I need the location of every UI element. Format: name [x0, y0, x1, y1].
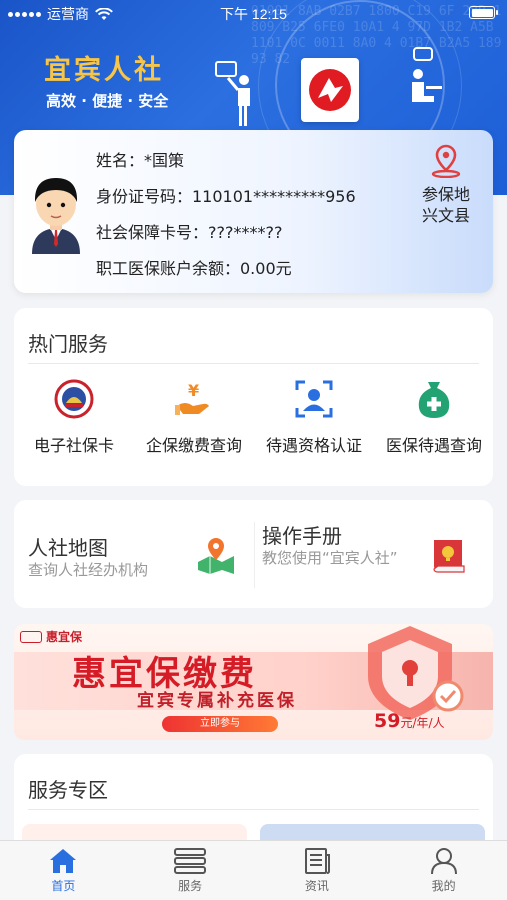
user-at-laptop-icon [412, 47, 442, 102]
tab-label: 服务 [178, 879, 203, 893]
promo-banner[interactable]: 惠宜保 惠宜保缴费 宜宾专属补充医保 立即参与 59元/年/人 [14, 624, 493, 740]
tab-bar: 首页 服务 资讯 我的 [0, 840, 507, 900]
manual-subtitle: 教您使用“宜宾人社” [262, 549, 398, 567]
tab-label: 我的 [431, 879, 456, 893]
battery-icon [469, 6, 498, 19]
yen-hand-icon: ¥ [175, 381, 209, 415]
price-unit: 元/年/人 [400, 716, 445, 730]
service-medical-insurance-query[interactable]: 医保待遇查询 [374, 378, 494, 456]
divider [28, 809, 479, 810]
hr-map-title: 人社地图 [28, 536, 108, 560]
app-slogan: 高效 · 便捷 · 安全 [46, 92, 169, 110]
insured-place-label: 参保地 [421, 185, 470, 204]
medical-bag-icon [418, 382, 450, 418]
app-logo [301, 58, 359, 122]
profile-social-card: 社会保障卡号：???****?? [96, 223, 283, 242]
join-now-button[interactable]: 立即参与 [162, 716, 278, 732]
list-icon [174, 848, 207, 874]
hot-services-title: 热门服务 [28, 332, 108, 356]
presenter-figure-icon [215, 61, 250, 126]
insured-place-value: 兴文县 [421, 206, 470, 225]
user-icon [430, 848, 457, 875]
location-pin-icon [431, 144, 461, 178]
app-title: 宜宾人社 [44, 55, 164, 86]
service-label: 医保待遇查询 [385, 436, 482, 455]
tab-news[interactable]: 资讯 [254, 841, 381, 900]
shield-lock-icon [368, 626, 464, 720]
social-security-card-icon [54, 379, 94, 419]
app-logo-icon [309, 69, 351, 111]
service-zone-title: 服务专区 [28, 778, 108, 802]
profile-balance: 职工医保账户余额：0.00元 [96, 259, 292, 278]
hot-services-card: 热门服务 电子社保卡 ¥ 企保缴费查询 待遇资格认证 医保待遇查询 [14, 308, 493, 486]
manual-book-icon [433, 540, 465, 573]
insured-place[interactable]: 参保地 兴文县 [408, 144, 484, 226]
banner-subline: 宜宾专属补充医保 [137, 691, 297, 711]
banner-price: 59元/年/人 [374, 710, 445, 732]
service-e-social-card[interactable]: 电子社保卡 [14, 378, 134, 456]
service-label: 电子社保卡 [33, 436, 114, 455]
news-icon [304, 848, 330, 874]
tab-label: 资讯 [304, 879, 329, 893]
status-time: 下午 12:15 [220, 6, 287, 22]
price-amount: 59 [374, 710, 401, 732]
hr-map-subtitle: 查询人社经办机构 [28, 561, 149, 579]
service-qualification-certification[interactable]: 待遇资格认证 [254, 378, 374, 456]
banner-brand: 惠宜保 [20, 628, 82, 645]
tab-services[interactable]: 服务 [127, 841, 254, 900]
svg-text:¥: ¥ [188, 381, 199, 400]
tab-profile[interactable]: 我的 [380, 841, 507, 900]
quick-cards: 人社地图 查询人社经办机构 操作手册 教您使用“宜宾人社” [14, 500, 493, 608]
service-label: 待遇资格认证 [265, 436, 362, 455]
manual-title: 操作手册 [262, 524, 342, 548]
status-bar: 运营商 下午 12:15 [0, 0, 507, 26]
profile-card[interactable]: 姓名：*国策 身份证号码：110101*********956 社会保障卡号：?… [14, 130, 493, 293]
vertical-divider [254, 522, 255, 588]
face-scan-icon [295, 380, 333, 418]
tab-label: 首页 [51, 879, 76, 893]
avatar [32, 178, 80, 254]
service-pension-payment-query[interactable]: ¥ 企保缴费查询 [134, 378, 254, 456]
profile-id-number: 身份证号码：110101*********956 [96, 187, 356, 206]
profile-name: 姓名：*国策 [96, 151, 185, 170]
tab-home[interactable]: 首页 [0, 841, 127, 900]
map-location-icon [198, 538, 234, 574]
home-icon [50, 849, 77, 873]
divider [28, 363, 479, 364]
brand-logo-icon [20, 630, 42, 643]
banner-brand-name: 惠宜保 [46, 630, 83, 644]
service-label: 企保缴费查询 [145, 436, 242, 455]
